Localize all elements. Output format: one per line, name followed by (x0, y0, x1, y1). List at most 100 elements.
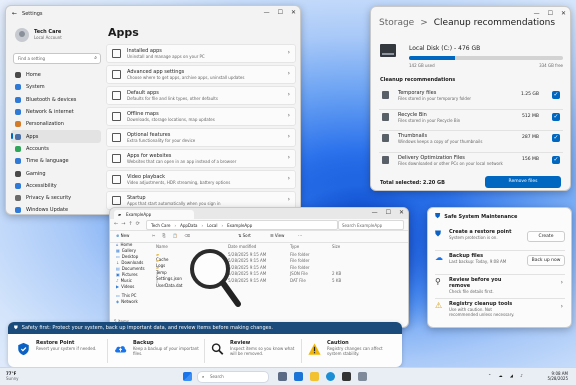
maintenance-item: ⛊ Create a restore point System protection… (435, 228, 565, 250)
explorer-tab[interactable]: ▰ ExampleApp (114, 210, 194, 219)
settings-card[interactable]: Offline maps Downloads, storage locations… (106, 107, 296, 126)
maintenance-item-desc: System protection is on. (449, 235, 498, 240)
maintenance-item-text: Create a restore point System protection … (449, 229, 519, 240)
sidebar-item-label: Bluetooth & devices (26, 96, 77, 103)
close-icon[interactable]: ✕ (399, 209, 404, 216)
sidebar-item[interactable]: Bluetooth & devices (11, 94, 101, 106)
sidebar-item[interactable]: Home (11, 69, 101, 81)
file-explorer-icon[interactable] (310, 372, 319, 381)
column-header-type[interactable]: Type (290, 244, 332, 251)
cleanup-item[interactable]: Recycle Bin Files stored in your Recycle … (379, 108, 563, 130)
checkbox-checked[interactable]: ✓ (552, 112, 560, 121)
minimize-icon[interactable]: — (534, 10, 540, 17)
sidebar-item[interactable]: Accounts (11, 143, 101, 155)
checkbox-checked[interactable]: ✓ (552, 134, 560, 142)
user-account-type: Local Account (34, 35, 62, 40)
sidebar-item[interactable]: Time & language (11, 155, 101, 167)
sidebar-item[interactable]: Apps (11, 130, 101, 143)
nav-arrows-icon[interactable]: ←→↑⟳ (114, 221, 143, 227)
back-up-now-button[interactable]: Back up now (527, 255, 565, 266)
find-setting-input[interactable]: Find a setting ⌕ (13, 53, 101, 64)
safety-tip: Review Inspect items so you know what wil… (204, 339, 302, 365)
address-bar[interactable]: Tech Care › AppData › Local › ExampleApp (146, 220, 338, 230)
sidebar-item[interactable]: Accessibility (11, 180, 101, 192)
cleanup-item-desc: Windows keeps a copy of your thumbnails (398, 139, 483, 144)
maximize-icon[interactable]: ☐ (386, 209, 391, 216)
remove-files-button[interactable]: Remove files (485, 176, 561, 188)
breadcrumb-segment[interactable]: Local (207, 223, 217, 228)
cleanup-item-size: 287 MB (522, 135, 539, 140)
more-options-icon[interactable]: ⋯ (298, 233, 302, 238)
task-view-icon[interactable] (278, 372, 287, 381)
sidebar-item[interactable]: Personalization (11, 118, 101, 130)
cut-copy-paste-icons[interactable]: ✂⎘📋⌫ (152, 233, 197, 238)
checkbox-checked[interactable]: ✓ (552, 155, 560, 164)
nav-pane-item[interactable]: ▶ Videos (113, 284, 153, 290)
column-header-size[interactable]: Size (332, 244, 362, 251)
cleanup-category-icon (382, 155, 389, 164)
explorer-search-input[interactable]: Search ExampleApp (338, 220, 404, 230)
settings-card[interactable]: Installed apps Uninstall and manage apps … (106, 44, 296, 63)
view-button[interactable]: ☰ View (270, 233, 284, 238)
cleanup-item[interactable]: Thumbnails Windows keeps a copy of your t… (379, 130, 563, 151)
cleanup-item[interactable]: Temporary files Files stored in your temp… (379, 88, 563, 108)
close-icon[interactable]: ✕ (561, 10, 566, 17)
close-icon[interactable]: ✕ (291, 9, 296, 16)
settings-app-icon[interactable] (358, 372, 367, 381)
widgets-icon[interactable] (294, 372, 303, 381)
breadcrumb-segment[interactable]: AppData (180, 223, 197, 228)
file-size (332, 265, 362, 272)
safety-tip-text: Caution Registry changes can affect syste… (327, 340, 395, 356)
folder-icon: ▰ (118, 212, 122, 217)
breadcrumb-segment[interactable]: Tech Care (151, 223, 171, 228)
settings-card[interactable]: Advanced app settings Choose where to get… (106, 65, 296, 84)
file-type: File folder (290, 264, 310, 270)
nav-pane-item[interactable]: ◈ Network (113, 299, 153, 305)
maximize-icon[interactable]: ☐ (278, 9, 283, 16)
minimize-icon[interactable]: — (264, 9, 270, 16)
cleanup-item-desc: Files stored in your Recycle Bin (398, 117, 461, 123)
weather-widget[interactable]: 77°F Sunny (6, 371, 19, 381)
create-restore-point-button[interactable]: Create (527, 231, 565, 242)
sidebar-item[interactable]: Gaming (11, 167, 101, 179)
nav-icon (15, 121, 21, 128)
new-button[interactable]: ⊕ New (116, 233, 129, 238)
divider (379, 108, 563, 110)
avatar[interactable] (15, 28, 29, 42)
taskbar-search[interactable]: ⌕ Search (197, 371, 269, 383)
back-arrow-icon[interactable]: ← (12, 10, 17, 17)
maintenance-item: ⚲ Review before you remove Check file deta… (435, 274, 565, 298)
checkbox-checked[interactable]: ✓ (552, 91, 560, 99)
start-button-windows-icon[interactable] (183, 372, 192, 381)
cleanup-category-icon (382, 91, 389, 99)
nav-pane-icon: ▣ (116, 272, 120, 277)
settings-card[interactable]: Default apps Defaults for file and link t… (106, 86, 296, 105)
edge-browser-icon[interactable] (326, 372, 335, 381)
breadcrumb-storage[interactable]: Storage (379, 18, 414, 28)
card-description: Websites that can open in an app instead… (127, 159, 237, 164)
sidebar-item[interactable]: Windows Update (11, 204, 101, 214)
cleanup-item[interactable]: Delivery Optimization Files Files downloa… (379, 151, 563, 173)
divider (301, 339, 302, 363)
system-tray-icons[interactable]: ⌃ ☁ ◢ ♪ (488, 373, 526, 378)
chevron-right-icon[interactable]: › (561, 279, 563, 286)
file-name: UserData.dat (156, 282, 183, 288)
maximize-icon[interactable]: ☐ (548, 10, 553, 17)
sidebar-item-label: Network & internet (26, 109, 74, 116)
store-icon[interactable] (342, 372, 351, 381)
settings-card[interactable]: Apps for websites Websites that can open … (106, 149, 296, 168)
sidebar-item[interactable]: Privacy & security (11, 192, 101, 204)
safety-tip: Restore Point Revert your system if neede… (14, 339, 108, 365)
breadcrumb-separator: > (420, 18, 428, 28)
clock[interactable]: 9:08 AM 5/28/2025 (547, 371, 568, 381)
minimize-icon[interactable]: — (372, 209, 378, 216)
sort-button[interactable]: ⇅ Sort (238, 233, 251, 238)
apps-card-list: Installed apps Uninstall and manage apps … (106, 44, 296, 210)
sidebar-item[interactable]: Network & internet (11, 106, 101, 118)
nav-icon (15, 96, 21, 103)
breadcrumb-segment[interactable]: ExampleApp (227, 223, 252, 228)
settings-card[interactable]: Optional features Extra functionality for… (106, 128, 296, 147)
settings-card[interactable]: Video playback Video adjustments, HDR str… (106, 170, 296, 189)
chevron-right-icon[interactable]: › (561, 303, 563, 310)
sidebar-item[interactable]: System (11, 81, 101, 93)
